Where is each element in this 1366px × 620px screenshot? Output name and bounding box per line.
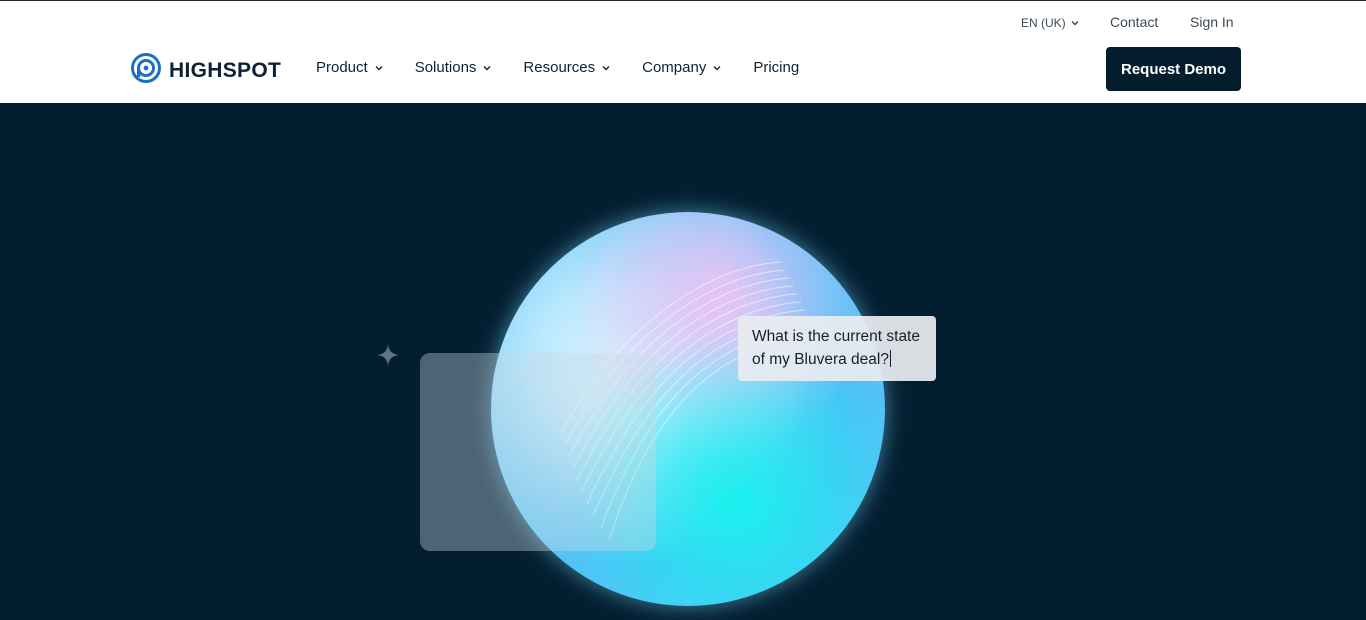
site-header: EN (UK) Contact Sign In HIGHSPOT Product… [0, 1, 1366, 103]
brand-name: HIGHSPOT [169, 58, 282, 82]
prompt-line-2: of my Bluvera deal? [752, 348, 922, 371]
nav-item-resources[interactable]: Resources [523, 59, 611, 76]
highspot-logo-icon [131, 53, 161, 88]
nav-item-pricing[interactable]: Pricing [753, 59, 799, 76]
main-nav: Product Solutions Resources Company Pric… [316, 59, 830, 76]
nav-item-label: Product [316, 59, 368, 76]
contact-link[interactable]: Contact [1110, 14, 1158, 30]
nav-item-label: Pricing [753, 59, 800, 76]
nav-item-product[interactable]: Product [316, 59, 384, 76]
highspot-logo[interactable]: HIGHSPOT [131, 53, 281, 88]
ai-prompt-bubble: What is the current state of my Bluvera … [738, 316, 936, 381]
chevron-down-icon [1070, 18, 1080, 28]
language-label: EN (UK) [1021, 16, 1066, 30]
nav-item-label: Resources [523, 59, 596, 76]
nav-item-label: Solutions [414, 59, 477, 76]
chevron-down-icon [712, 63, 722, 73]
nav-item-solutions[interactable]: Solutions [415, 59, 493, 76]
chevron-down-icon [482, 63, 492, 73]
nav-item-company[interactable]: Company [642, 59, 722, 76]
nav-item-label: Company [642, 59, 707, 76]
prompt-text: of my Bluvera deal? [752, 351, 889, 368]
chevron-down-icon [601, 63, 611, 73]
sparkle-icon [376, 343, 400, 367]
chevron-down-icon [374, 63, 384, 73]
language-selector[interactable]: EN (UK) [1021, 16, 1080, 30]
sign-in-link[interactable]: Sign In [1190, 14, 1234, 30]
prompt-line: What is the current state [752, 328, 920, 345]
glass-card [420, 353, 656, 551]
hero-section: What is the current state of my Bluvera … [0, 103, 1366, 620]
request-demo-button[interactable]: Request Demo [1106, 47, 1241, 91]
text-caret [890, 350, 891, 367]
